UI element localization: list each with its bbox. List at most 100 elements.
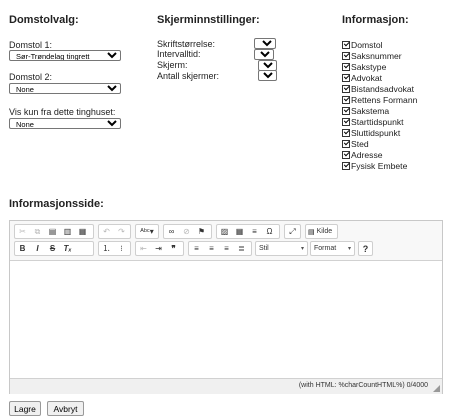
outdent-icon[interactable]: ⇤ [136, 242, 151, 255]
blockquote-icon[interactable]: ❞ [166, 242, 181, 255]
infoside-heading: Informasjonsside: [9, 198, 104, 210]
checkbox-checked-icon[interactable] [342, 95, 350, 104]
tinghus-label: Vis kun fra dette tinghuset: [9, 107, 116, 117]
copy-icon[interactable]: ⧉ [30, 225, 45, 238]
checkbox-checked-icon[interactable] [342, 117, 350, 126]
paste-icon[interactable]: ▤ [45, 225, 60, 238]
info-item-sakstype[interactable]: Sakstype [342, 61, 386, 72]
domstol1-select[interactable]: Sør-Trøndelag tingrett [9, 50, 121, 61]
help-icon[interactable]: ? [359, 242, 372, 255]
domstol1-label: Domstol 1: [9, 40, 53, 50]
link-group: ∞ ⊘ ⚑ [163, 224, 212, 239]
info-item-sluttidspunkt[interactable]: Sluttidspunkt [342, 127, 400, 138]
info-item-label: Domstol [351, 39, 383, 50]
checkbox-checked-icon[interactable] [342, 150, 350, 159]
style-combo[interactable]: Stil ▾ [255, 241, 308, 256]
checkbox-checked-icon[interactable] [342, 40, 350, 49]
info-item-fysisk-embete[interactable]: Fysisk Embete [342, 160, 407, 171]
info-item-bistandsadvokat[interactable]: Bistandsadvokat [342, 83, 414, 94]
checkbox-checked-icon[interactable] [342, 62, 350, 71]
horizontal-line-icon[interactable]: ≡ [247, 225, 262, 238]
cancel-button[interactable]: Avbryt [47, 401, 84, 416]
help-group: ? [358, 241, 373, 256]
resize-handle-icon[interactable] [433, 385, 440, 392]
special-char-icon[interactable]: Ω [262, 225, 277, 238]
info-item-starttidspunkt[interactable]: Starttidspunkt [342, 116, 404, 127]
italic-icon[interactable]: I [30, 242, 45, 255]
char-counter: (with HTML: %charCountHTML%) 0/4000 [298, 382, 428, 389]
info-item-rettens-formann[interactable]: Rettens Formann [342, 94, 417, 105]
screen-count-select[interactable]: 1 [258, 70, 277, 81]
info-item-domstol[interactable]: Domstol [342, 39, 383, 50]
table-icon[interactable]: ▦ [232, 225, 247, 238]
info-item-label: Sluttidspunkt [351, 127, 401, 138]
cut-icon[interactable]: ✂ [15, 225, 30, 238]
paste-word-icon[interactable]: ▦ [75, 225, 90, 238]
info-item-label: Fysisk Embete [351, 160, 408, 171]
bulleted-list-icon[interactable]: ⁝ [114, 242, 129, 255]
checkbox-checked-icon[interactable] [342, 161, 350, 170]
editor-content-area[interactable] [10, 261, 442, 377]
save-button[interactable]: Lagre [9, 401, 41, 416]
bold-icon[interactable]: B [15, 242, 30, 255]
info-item-label: Bistandsadvokat [351, 83, 415, 94]
checkbox-checked-icon[interactable] [342, 106, 350, 115]
info-item-label: Adresse [351, 149, 383, 160]
unlink-icon[interactable]: ⊘ [179, 225, 194, 238]
align-center-icon[interactable]: ≡ [204, 242, 219, 255]
checkbox-checked-icon[interactable] [342, 139, 350, 148]
strikethrough-icon[interactable]: S [45, 242, 60, 255]
align-justify-icon[interactable]: ≣ [234, 242, 249, 255]
maximize-group: ⤢ [284, 224, 301, 239]
info-item-adresse[interactable]: Adresse [342, 149, 383, 160]
tinghus-select[interactable]: None [9, 118, 121, 129]
screen-count-label: Antall skjermer: [157, 71, 220, 81]
interval-select[interactable]: 5 [254, 49, 274, 60]
spellcheck-group: ᴬᵇᶜ▾ [135, 224, 159, 239]
chevron-down-icon: ▾ [300, 246, 304, 252]
align-right-icon[interactable]: ≡ [219, 242, 234, 255]
maximize-icon[interactable]: ⤢ [285, 225, 300, 238]
checkbox-checked-icon[interactable] [342, 51, 350, 60]
editor-status-bar: (with HTML: %charCountHTML%) 0/4000 [10, 378, 442, 394]
source-button-label[interactable]: Kilde [317, 228, 333, 235]
paste-text-icon[interactable]: ▥ [60, 225, 75, 238]
anchor-icon[interactable]: ⚑ [194, 225, 209, 238]
remove-format-icon[interactable]: Tₓ [60, 242, 75, 255]
editor-toolbar: ✂ ⧉ ▤ ▥ ▦ ↶ ↷ ᴬᵇᶜ▾ ∞ ⊘ ⚑ ▨ ▦ ≡ Ω ⤢ ▤ Kil… [10, 221, 442, 261]
info-item-sted[interactable]: Sted [342, 138, 369, 149]
info-item-advokat[interactable]: Advokat [342, 72, 382, 83]
checkbox-checked-icon[interactable] [342, 84, 350, 93]
info-item-label: Rettens Formann [351, 94, 418, 105]
format-combo-label: Format [314, 245, 337, 252]
undo-icon[interactable]: ↶ [99, 225, 114, 238]
rich-text-editor: ✂ ⧉ ▤ ▥ ▦ ↶ ↷ ᴬᵇᶜ▾ ∞ ⊘ ⚑ ▨ ▦ ≡ Ω ⤢ ▤ Kil… [9, 220, 443, 394]
informasjon-heading: Informasjon: [342, 14, 409, 26]
image-icon[interactable]: ▨ [217, 225, 232, 238]
checkbox-checked-icon[interactable] [342, 128, 350, 137]
numbered-list-icon[interactable]: ⒈ [99, 242, 114, 255]
spellcheck-icon[interactable]: ᴬᵇᶜ▾ [136, 225, 158, 238]
info-item-label: Sakstype [351, 61, 387, 72]
clipboard-group: ✂ ⧉ ▤ ▥ ▦ [14, 224, 94, 239]
redo-icon[interactable]: ↷ [114, 225, 129, 238]
interval-label: Intervalltid: [157, 49, 201, 59]
info-item-label: Advokat [351, 72, 383, 83]
info-item-sakstema[interactable]: Sakstema [342, 105, 389, 116]
domstol2-label: Domstol 2: [9, 72, 53, 82]
indent-group: ⇤ ⇥ ❞ [135, 241, 184, 256]
info-item-label: Sted [351, 138, 369, 149]
info-item-saksnummer[interactable]: Saksnummer [342, 50, 402, 61]
basic-style-group: B I S Tₓ [14, 241, 94, 256]
domstolvalg-heading: Domstolvalg: [9, 14, 79, 26]
indent-icon[interactable]: ⇥ [151, 242, 166, 255]
font-size-select[interactable]: 12 [254, 38, 276, 49]
format-combo[interactable]: Format ▾ [310, 241, 355, 256]
checkbox-checked-icon[interactable] [342, 73, 350, 82]
link-icon[interactable]: ∞ [164, 225, 179, 238]
info-item-label: Saksnummer [351, 50, 402, 61]
domstol2-select[interactable]: None [9, 83, 121, 94]
insert-group: ▨ ▦ ≡ Ω [216, 224, 280, 239]
undo-redo-group: ↶ ↷ [98, 224, 131, 239]
align-left-icon[interactable]: ≡ [189, 242, 204, 255]
